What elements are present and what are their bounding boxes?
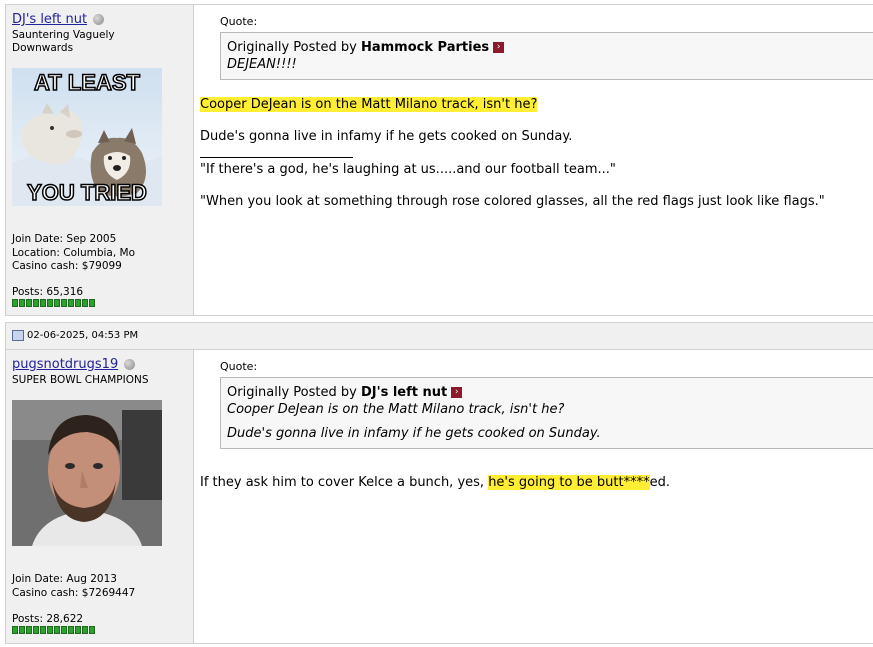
join-date: Join Date: Aug 2013 — [12, 573, 117, 585]
user-info-pane: DJ's left nut Sauntering Vaguely Downwar… — [6, 5, 194, 315]
user-title: SUPER BOWL CHAMPIONS — [12, 374, 149, 386]
offline-status-icon — [93, 14, 105, 25]
meme-top-text: AT LEAST — [34, 70, 140, 95]
user-photo — [12, 400, 162, 546]
user-info-pane: pugsnotdrugs19 SUPER BOWL CHAMPIONS Join… — [6, 350, 194, 643]
username-link[interactable]: DJ's left nut — [12, 12, 105, 27]
post-date: 02-06-2025, 04:53 PM — [27, 330, 139, 341]
post-text-line: Cooper DeJean is on the Matt Milano trac… — [200, 97, 538, 112]
signature-divider — [200, 157, 353, 158]
signature-line: "If there's a god, he's laughing at us..… — [200, 162, 616, 177]
quote-author: Hammock Parties — [360, 40, 490, 55]
signature-line: "When you look at something through rose… — [200, 194, 825, 209]
quote-block: Quote: Originally Posted by DJ's left nu… — [200, 360, 873, 449]
post-header: 02-06-2025, 04:53 PM — [6, 323, 873, 350]
casino-cash: Casino cash: $79099 — [12, 260, 122, 272]
post-count: Posts: 65,316 — [12, 286, 84, 298]
quote-text: Dude's gonna live in infamy if he gets c… — [227, 426, 601, 441]
quote-author-line: Originally Posted by Hammock Parties › — [227, 39, 868, 56]
highlighted-text: he's going to be butt**** — [488, 475, 650, 490]
location: Location: Columbia, Mo — [12, 246, 136, 259]
wolf-meme-image: AT LEAST YOU TRIED — [12, 68, 162, 206]
quote-label: Quote: — [220, 360, 258, 373]
quote-box: Originally Posted by DJ's left nut › Coop… — [220, 377, 873, 449]
reply-text: If they ask him to cover Kelce a bunch, … — [200, 475, 670, 490]
quote-block: Quote: Originally Posted by Hammock Part… — [200, 15, 873, 80]
quote-author-line: Originally Posted by DJ's left nut › — [227, 384, 868, 401]
reputation-bar — [12, 626, 95, 634]
user-title: Sauntering Vaguely Downwards — [12, 29, 115, 54]
casino-cash: Casino cash: $7269447 — [12, 586, 136, 599]
highlighted-text: Cooper DeJean is on the Matt Milano trac… — [200, 97, 538, 112]
user-stats: Join Date: Sep 2005 Location: Columbia, … — [12, 233, 135, 274]
post-count: Posts: 28,622 — [12, 613, 84, 625]
view-post-icon[interactable]: › — [451, 387, 463, 398]
join-date: Join Date: Sep 2005 — [12, 233, 117, 245]
view-post-icon[interactable]: › — [493, 42, 505, 53]
user-stats: Join Date: Aug 2013 Casino cash: $726944… — [12, 573, 135, 600]
reputation-bar — [12, 299, 95, 307]
meme-bottom-text: YOU TRIED — [27, 180, 147, 205]
quote-label: Quote: — [220, 15, 258, 28]
avatar: AT LEAST YOU TRIED — [12, 68, 162, 206]
avatar — [12, 400, 162, 546]
offline-status-icon — [124, 359, 136, 370]
post-icon — [12, 329, 24, 341]
quote-box: Originally Posted by Hammock Parties › DE… — [220, 32, 873, 80]
quote-author: DJ's left nut — [360, 385, 448, 400]
post-text-line: Dude's gonna live in infamy if he gets c… — [200, 129, 573, 144]
username-link[interactable]: pugsnotdrugs19 — [12, 357, 136, 372]
post: DJ's left nut Sauntering Vaguely Downwar… — [5, 4, 873, 316]
quote-text: DEJEAN!!!! — [227, 57, 297, 72]
quote-text: Cooper DeJean is on the Matt Milano trac… — [227, 402, 565, 417]
